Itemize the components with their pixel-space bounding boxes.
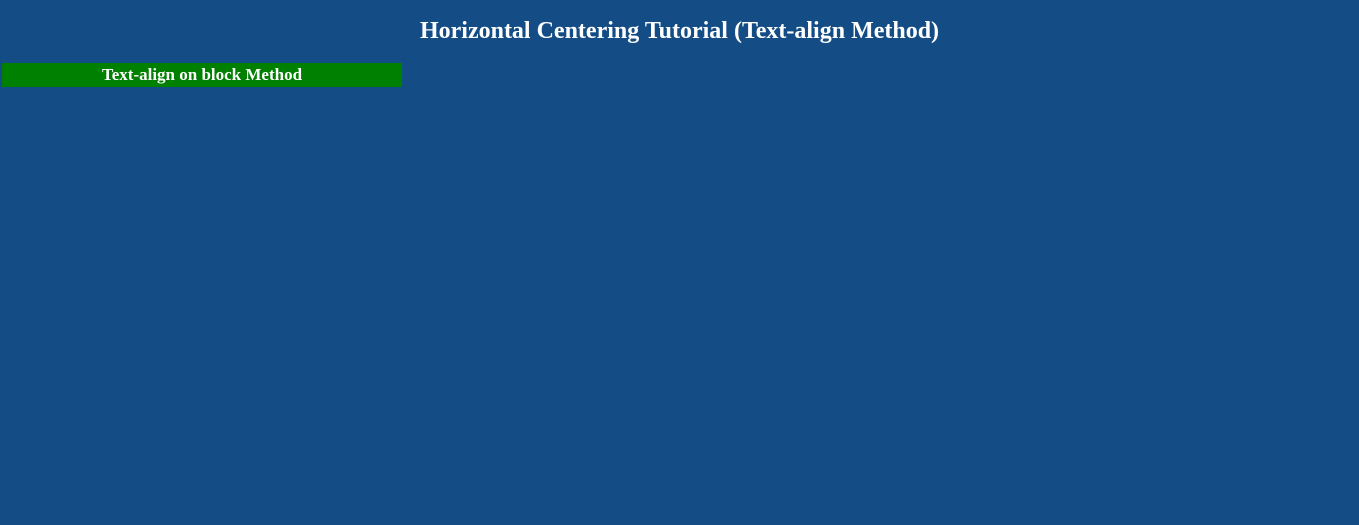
method-label: Text-align on block Method [2,63,402,87]
page-title: Horizontal Centering Tutorial (Text-alig… [0,0,1359,63]
